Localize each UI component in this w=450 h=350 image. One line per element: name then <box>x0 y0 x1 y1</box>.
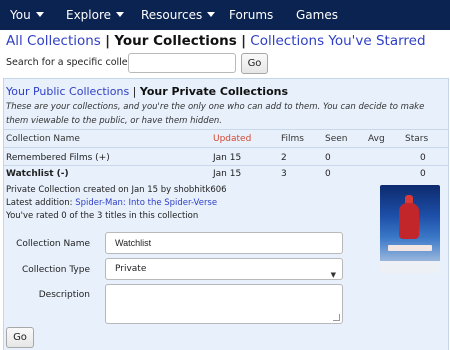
nav-games-link[interactable]: Games <box>296 0 338 30</box>
resize-grip-icon[interactable] <box>333 314 340 321</box>
separator: | <box>241 33 246 49</box>
poster-ground <box>380 261 440 273</box>
col-header-seen[interactable]: Seen <box>325 134 348 144</box>
all-collections-link[interactable]: All Collections <box>6 33 101 49</box>
row-seen: 0 <box>325 153 331 163</box>
nav-games-label: Games <box>296 8 338 22</box>
collection-created-info: Private Collection created on Jan 15 by … <box>6 185 227 195</box>
col-header-name[interactable]: Collection Name <box>6 134 80 144</box>
poster-title-strip <box>388 245 432 251</box>
nav-resources-menu[interactable]: Resources <box>141 0 216 30</box>
col-header-updated[interactable]: Updated <box>213 134 251 144</box>
your-collections-current: Your Collections <box>114 33 237 49</box>
row-stars: 0 <box>420 153 426 163</box>
poster-figure <box>399 203 419 239</box>
latest-addition-info: Latest addition: Spider-Man: Into the Sp… <box>6 198 217 208</box>
col-header-films[interactable]: Films <box>281 134 304 144</box>
panel-heading: Your Public Collections | Your Private C… <box>6 85 288 98</box>
rated-info: You've rated 0 of the 3 titles in this c… <box>6 211 199 221</box>
divider <box>4 147 448 148</box>
top-nav: You Explore Resources Forums Games <box>0 0 450 30</box>
row-films: 3 <box>281 169 287 179</box>
divider <box>4 165 448 166</box>
movie-poster-image[interactable] <box>380 185 440 273</box>
latest-addition-link[interactable]: Spider-Man: Into the Spider-Verse <box>75 198 217 208</box>
nav-forums-link[interactable]: Forums <box>229 0 273 30</box>
separator: | <box>132 85 137 98</box>
divider <box>4 129 448 130</box>
select-arrow-icon: ▼ <box>330 271 336 279</box>
collection-name-label: Collection Name <box>16 239 90 249</box>
nav-you-label: You <box>10 8 31 22</box>
nav-explore-label: Explore <box>66 8 112 22</box>
search-go-button[interactable]: Go <box>241 53 268 74</box>
col-header-avg[interactable]: Avg <box>368 134 385 144</box>
nav-resources-label: Resources <box>141 8 203 22</box>
starred-collections-link[interactable]: Collections You've Starred <box>250 33 425 49</box>
collection-type-select[interactable]: Private ▼ <box>105 258 343 280</box>
row-updated: Jan 15 <box>213 169 242 179</box>
caret-down-icon <box>116 12 125 17</box>
row-films: 2 <box>281 153 287 163</box>
nav-you-menu[interactable]: You <box>10 0 44 30</box>
nav-forums-label: Forums <box>229 8 274 22</box>
collection-name-input[interactable] <box>105 232 343 254</box>
row-seen: 0 <box>325 169 331 179</box>
row-name-link[interactable]: Remembered Films (+) <box>6 153 110 163</box>
collection-type-value: Private <box>115 264 147 274</box>
nav-explore-menu[interactable]: Explore <box>66 0 125 30</box>
public-collections-link[interactable]: Your Public Collections <box>6 85 129 98</box>
collection-type-label: Collection Type <box>21 265 90 275</box>
caret-down-icon <box>207 12 216 17</box>
row-stars: 0 <box>420 169 426 179</box>
description-label: Description <box>38 290 90 300</box>
latest-addition-prefix: Latest addition: <box>6 198 76 208</box>
row-name-link[interactable]: Watchlist (-) <box>6 169 69 179</box>
caret-down-icon <box>35 12 44 17</box>
save-collection-go-button[interactable]: Go <box>6 327 34 348</box>
collections-nav: All Collections | Your Collections | Col… <box>6 33 426 49</box>
col-header-stars[interactable]: Stars <box>405 134 428 144</box>
private-collections-title: Your Private Collections <box>139 85 289 98</box>
panel-description: These are your collections, and you're t… <box>6 102 425 126</box>
search-input[interactable] <box>128 53 236 73</box>
description-textarea[interactable] <box>105 284 343 324</box>
separator: | <box>105 33 111 49</box>
row-updated: Jan 15 <box>213 153 242 163</box>
